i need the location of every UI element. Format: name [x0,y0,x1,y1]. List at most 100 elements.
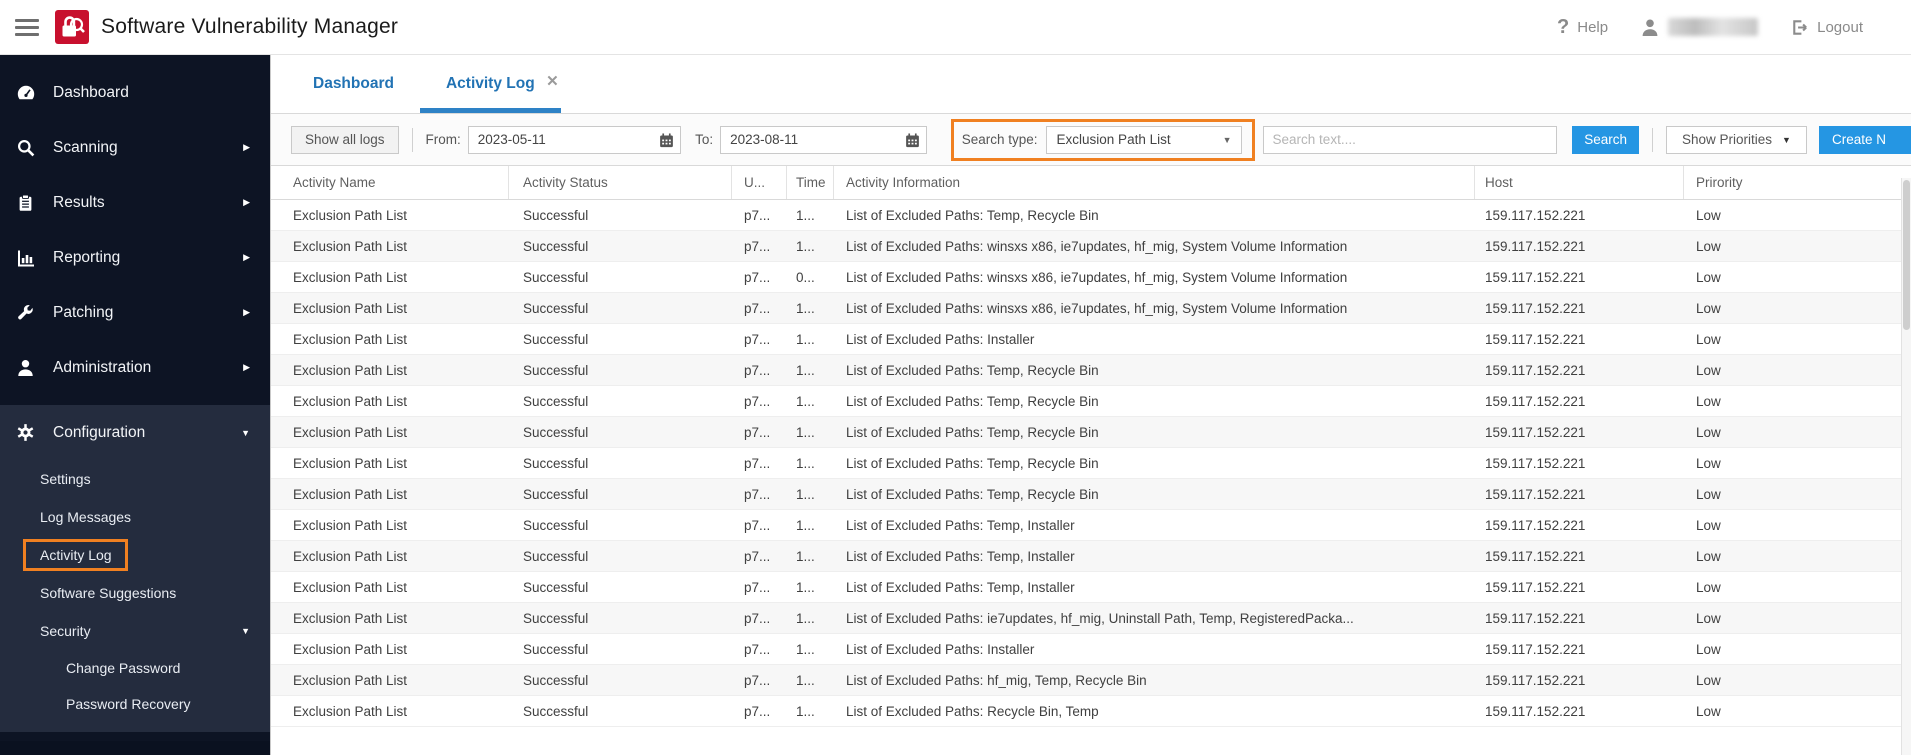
table-row[interactable]: Exclusion Path List Successful p7... 1... Li… [271,541,1911,572]
table-row[interactable]: Exclusion Path List Successful p7... 1... Li… [271,448,1911,479]
calendar-icon[interactable] [659,132,674,153]
close-icon[interactable]: ✕ [546,72,559,90]
table-row[interactable]: Exclusion Path List Successful p7... 1... Li… [271,200,1911,231]
to-date-field[interactable] [720,125,927,154]
column-header-priority[interactable]: Prirority [1684,166,1911,199]
sidebar-item-software-suggestions[interactable]: Software Suggestions [0,574,270,612]
cell-time: 0... [796,269,815,285]
sidebar-section-configuration: Configuration ▼ Settings Log Messages Ac… [0,405,270,732]
sidebar-item-security[interactable]: Security ▼ [0,612,270,650]
cell-info: List of Excluded Paths: winsxs x86, ie7u… [846,238,1348,254]
sidebar-item-log-messages[interactable]: Log Messages [0,498,270,536]
cell-host: 159.117.152.221 [1485,703,1586,719]
sidebar-item-results[interactable]: Results ▶ [0,175,270,230]
cell-user: p7... [744,331,771,347]
cell-time: 1... [796,300,815,316]
from-label: From: [425,132,461,147]
tab-dashboard[interactable]: Dashboard [287,55,420,113]
show-all-logs-button[interactable]: Show all logs [291,125,399,154]
cell-user: p7... [744,393,771,409]
sidebar-item-configuration[interactable]: Configuration ▼ [0,405,270,460]
to-date-input[interactable] [721,126,926,153]
cell-priority: Low [1696,300,1721,316]
cell-priority: Low [1696,672,1721,688]
cell-info: List of Excluded Paths: ie7updates, hf_m… [846,610,1354,626]
cell-user: p7... [744,486,771,502]
cell-time: 1... [796,424,815,440]
cell-info: List of Excluded Paths: hf_mig, Temp, Re… [846,672,1147,688]
scrollbar-thumb[interactable] [1903,180,1910,330]
table-row[interactable]: Exclusion Path List Successful p7... 1... Li… [271,355,1911,386]
column-header-host[interactable]: Host [1475,166,1684,199]
column-header-activity-name[interactable]: Activity Name [271,166,509,199]
logout-label: Logout [1817,18,1863,36]
from-date-field[interactable] [467,125,682,154]
cell-status: Successful [523,517,589,533]
sidebar-item-label: Results [53,193,105,211]
table-row[interactable]: Exclusion Path List Successful p7... 1... Li… [271,386,1911,417]
tab-activity-log[interactable]: Activity Log ✕ [419,55,561,113]
from-date-input[interactable] [468,126,681,153]
cell-user: p7... [744,610,771,626]
table-row[interactable]: Exclusion Path List Successful p7... 0... Li… [271,262,1911,293]
cell-status: Successful [523,610,589,626]
chevron-down-icon: ▼ [1782,134,1791,145]
sidebar-item-settings[interactable]: Settings [0,460,270,498]
table-row[interactable]: Exclusion Path List Successful p7... 1... Li… [271,665,1911,696]
calendar-icon[interactable] [905,132,920,153]
sidebar-item-password-recovery[interactable]: Password Recovery [0,686,270,722]
table-row[interactable]: Exclusion Path List Successful p7... 1... Li… [271,572,1911,603]
cell-user: p7... [744,579,771,595]
create-button[interactable]: Create N [1818,125,1911,154]
sidebar-item-change-password[interactable]: Change Password [0,650,270,686]
cell-name: Exclusion Path List [293,548,408,564]
table-row[interactable]: Exclusion Path List Successful p7... 1... Li… [271,479,1911,510]
cell-info: List of Excluded Paths: Temp, Recycle Bi… [846,393,1099,409]
sidebar-item-administration[interactable]: Administration ▶ [0,340,270,395]
cell-priority: Low [1696,238,1721,254]
hamburger-menu-icon[interactable] [15,15,39,40]
table-row[interactable]: Exclusion Path List Successful p7... 1... Li… [271,634,1911,665]
table-row[interactable]: Exclusion Path List Successful p7... 1... Li… [271,293,1911,324]
search-button[interactable]: Search [1572,125,1640,154]
sidebar-item-label: Reporting [53,248,121,266]
column-header-activity-status[interactable]: Activity Status [509,166,732,199]
username-blurred [1668,18,1759,36]
cell-name: Exclusion Path List [293,424,408,440]
vertical-scrollbar[interactable] [1901,178,1911,755]
cell-user: p7... [744,269,771,285]
user-menu[interactable] [1640,17,1759,37]
table-row[interactable]: Exclusion Path List Successful p7... 1... Li… [271,696,1911,727]
sidebar-footer [0,741,270,755]
column-header-user[interactable]: U... [732,166,787,199]
table-row[interactable]: Exclusion Path List Successful p7... 1... Li… [271,231,1911,262]
search-type-label: Search type: [961,132,1038,147]
cell-time: 1... [796,455,815,471]
sidebar-item-patching[interactable]: Patching ▶ [0,285,270,340]
cell-priority: Low [1696,269,1721,285]
help-button[interactable]: ? Help [1557,16,1608,39]
search-type-dropdown[interactable]: Exclusion Path List ▼ [1045,125,1242,154]
topbar: Software Vulnerability Manager ? Help Lo… [0,0,1911,55]
sidebar-item-activity-log[interactable]: Activity Log [0,536,270,574]
chevron-right-icon: ▶ [243,307,250,317]
column-header-activity-information[interactable]: Activity Information [834,166,1475,199]
sidebar-item-scanning[interactable]: Scanning ▶ [0,120,270,175]
column-header-time[interactable]: Time [787,166,834,199]
sidebar-item-label: Configuration [53,423,146,441]
cell-user: p7... [744,455,771,471]
cell-host: 159.117.152.221 [1485,548,1586,564]
search-text-input[interactable] [1262,125,1558,154]
logout-button[interactable]: Logout [1790,18,1863,37]
table-row[interactable]: Exclusion Path List Successful p7... 1... Li… [271,324,1911,355]
cell-info: List of Excluded Paths: Recycle Bin, Tem… [846,703,1099,719]
cell-host: 159.117.152.221 [1485,672,1586,688]
table-row[interactable]: Exclusion Path List Successful p7... 1... Li… [271,510,1911,541]
sidebar-item-reporting[interactable]: Reporting ▶ [0,230,270,285]
cell-status: Successful [523,455,589,471]
table-row[interactable]: Exclusion Path List Successful p7... 1... Li… [271,417,1911,448]
show-priorities-button[interactable]: Show Priorities ▼ [1666,125,1807,154]
table-row[interactable]: Exclusion Path List Successful p7... 1... Li… [271,603,1911,634]
cell-time: 1... [796,331,815,347]
sidebar-item-dashboard[interactable]: Dashboard [0,65,270,120]
